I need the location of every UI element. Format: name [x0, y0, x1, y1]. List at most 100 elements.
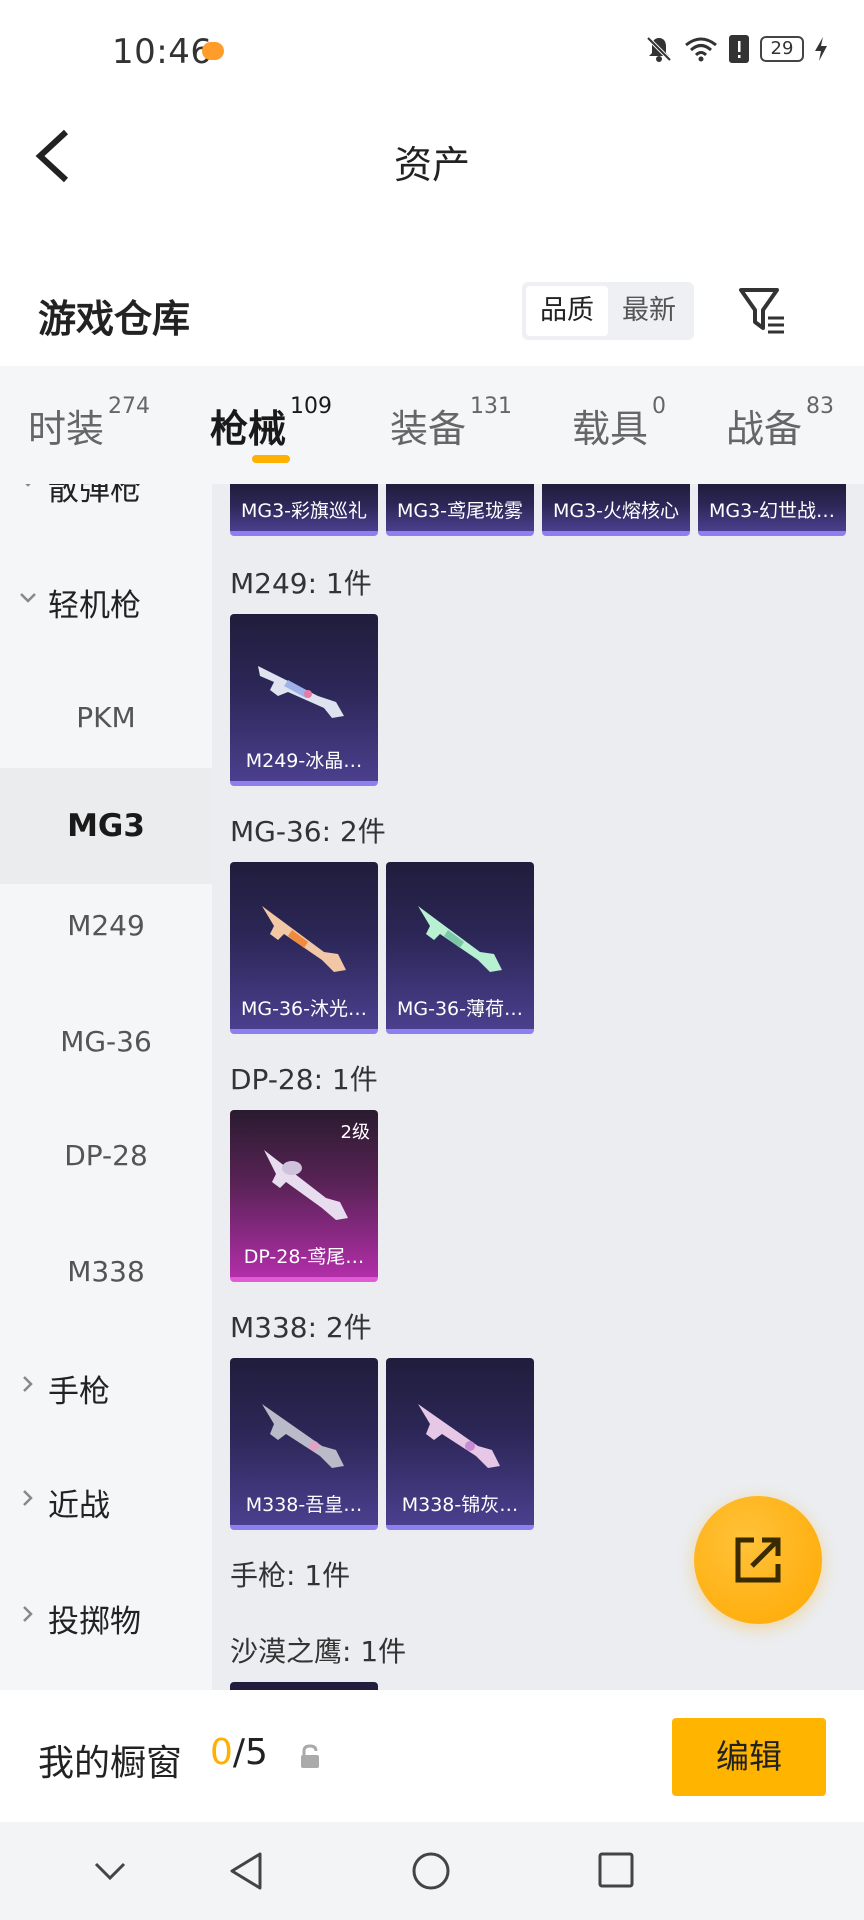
warehouse-header: 游戏仓库 品质 最新 — [0, 262, 864, 362]
chevron-right-icon — [23, 1376, 33, 1392]
skin-card-label: MG3-彩旗巡礼 — [240, 500, 368, 522]
sidebar-item-mg36[interactable]: MG-36 — [0, 1020, 212, 1064]
section-title-dp28: DP-28: 1件 — [230, 1063, 378, 1096]
filter-icon — [739, 288, 784, 334]
nav-bar: 资产 — [0, 104, 864, 208]
app-notification-icon — [202, 42, 224, 60]
active-tab-indicator — [252, 455, 290, 463]
sidebar-item-mg3[interactable]: MG3 — [0, 768, 212, 884]
showcase-label: 我的橱窗 — [38, 1743, 183, 1784]
page-title: 资产 — [393, 143, 470, 187]
skin-card-label: M338-吾皇… — [245, 1494, 363, 1516]
skin-card-label: DP-28-鸢尾… — [243, 1246, 365, 1268]
sidebar-item-m338[interactable]: M338 — [0, 1250, 212, 1294]
warehouse-title: 游戏仓库 — [38, 297, 191, 341]
showcase-bar: 我的橱窗 0/5 编辑 — [0, 1690, 864, 1822]
sidebar-category-label: 近战 — [48, 1488, 110, 1524]
battery-indicator: 29 — [760, 36, 804, 62]
section-title-m338: M338: 2件 — [230, 1311, 372, 1344]
mute-bell-icon — [646, 36, 672, 62]
section-title-m249: M249: 1件 — [230, 567, 372, 600]
sidebar-item-m249[interactable]: M249 — [0, 904, 212, 948]
rifle-icon — [262, 906, 346, 972]
chevron-down-icon — [25, 484, 31, 487]
skin-card[interactable]: MG3-火熔核心 — [542, 484, 690, 536]
tab-label: 枪械 — [210, 407, 287, 451]
edit-button[interactable]: 编辑 — [672, 1718, 826, 1796]
chevron-right-icon — [23, 1606, 33, 1622]
section-title-pistol: 手枪: 1件 — [230, 1559, 351, 1592]
skin-card-label: M338-锦灰… — [401, 1494, 519, 1516]
share-fab[interactable] — [694, 1496, 822, 1624]
wifi-icon — [685, 37, 717, 62]
tab-vehicles[interactable]: 载具0 — [572, 394, 666, 453]
skin-card[interactable]: MG-36-沐光… — [230, 862, 378, 1034]
weapon-sidebar: 散弹枪 轻机枪 PKM MG3 M249 MG-36 DP-28 M338 手枪… — [0, 484, 212, 1690]
back-triangle-icon[interactable] — [226, 1850, 268, 1892]
tab-count: 109 — [290, 394, 333, 419]
tab-battle-gear[interactable]: 战备83 — [726, 394, 834, 453]
tab-label: 装备 — [390, 407, 467, 451]
section-title-desert-eagle: 沙漠之鹰: 1件 — [230, 1635, 407, 1668]
showcase-count: 0/5 — [210, 1732, 268, 1773]
lmg-icon — [258, 666, 344, 718]
sort-newest-button[interactable]: 最新 — [608, 286, 690, 336]
skin-card-label: MG3-幻世战… — [708, 500, 836, 522]
skin-card-label: M249-冰晶… — [245, 750, 363, 772]
sidebar-category-shotgun[interactable]: 散弹枪 — [0, 484, 212, 508]
skin-card[interactable]: MG3-彩旗巡礼 — [230, 484, 378, 536]
tab-label: 战备 — [726, 407, 803, 451]
section-title-mg36: MG-36: 2件 — [230, 815, 386, 848]
skin-card-label: MG3-火熔核心 — [552, 500, 680, 522]
sidebar-category-label: 轻机枪 — [48, 588, 141, 624]
rifle-icon — [418, 906, 502, 972]
status-icons: 29 — [644, 34, 828, 64]
tab-firearms[interactable]: 枪械109 — [210, 394, 332, 453]
tab-count: 131 — [470, 394, 513, 419]
status-bar: 10:46 29 — [0, 0, 864, 104]
category-tabs: 时装274 枪械109 装备131 载具0 战备83 — [0, 366, 864, 484]
chevron-right-icon — [23, 1490, 33, 1506]
charging-icon — [815, 37, 827, 61]
share-external-icon — [735, 1537, 781, 1583]
sort-toggle: 品质 最新 — [522, 282, 694, 340]
skin-card[interactable]: M338-锦灰… — [386, 1358, 534, 1530]
sidebar-category-label: 手枪 — [48, 1374, 110, 1410]
filter-button[interactable] — [738, 286, 788, 338]
skin-card[interactable]: MG3-幻世战… — [698, 484, 846, 536]
tab-fashion[interactable]: 时装274 — [28, 394, 150, 453]
tab-count: 274 — [108, 394, 151, 419]
skin-card-label: MG3-鸢尾珑雾 — [396, 500, 524, 522]
sidebar-category-lmg[interactable]: 轻机枪 — [0, 580, 212, 624]
sidebar-category-pistol[interactable]: 手枪 — [0, 1366, 212, 1410]
showcase-current: 0 — [210, 1732, 233, 1773]
skin-card[interactable]: 2级 DP-28-鸢尾… — [230, 1110, 378, 1282]
sidebar-category-melee[interactable]: 近战 — [0, 1480, 212, 1524]
status-time: 10:46 — [112, 32, 213, 72]
recents-square-icon[interactable] — [596, 1850, 636, 1890]
tab-equipment[interactable]: 装备131 — [390, 394, 512, 453]
skin-card[interactable]: MG-36-薄荷… — [386, 862, 534, 1034]
sort-quality-button[interactable]: 品质 — [526, 286, 608, 336]
chevron-down-icon — [20, 593, 36, 603]
home-circle-icon[interactable] — [410, 1850, 452, 1892]
skin-card-label: MG-36-薄荷… — [396, 998, 523, 1020]
sidebar-category-label: 投掷物 — [48, 1604, 141, 1640]
skin-card[interactable]: MG3-鸢尾珑雾 — [386, 484, 534, 536]
skin-card[interactable] — [230, 1682, 378, 1690]
lmg-icon — [418, 1404, 500, 1468]
skin-card[interactable]: M249-冰晶… — [230, 614, 378, 786]
tab-count: 0 — [652, 394, 667, 419]
chevron-down-icon[interactable] — [90, 1850, 130, 1890]
tab-count: 83 — [806, 394, 835, 419]
skin-card-label: MG-36-沐光… — [240, 998, 367, 1020]
sidebar-item-dp28[interactable]: DP-28 — [0, 1134, 212, 1178]
rifle-icon — [264, 1150, 348, 1220]
skin-card[interactable]: M338-吾皇… — [230, 1358, 378, 1530]
tab-label: 时装 — [28, 407, 105, 451]
sidebar-item-pkm[interactable]: PKM — [0, 696, 212, 740]
tab-label: 载具 — [572, 407, 649, 451]
system-navigation-bar — [0, 1822, 864, 1920]
sidebar-category-throwables[interactable]: 投掷物 — [0, 1596, 212, 1640]
sim-alert-icon — [729, 35, 749, 63]
